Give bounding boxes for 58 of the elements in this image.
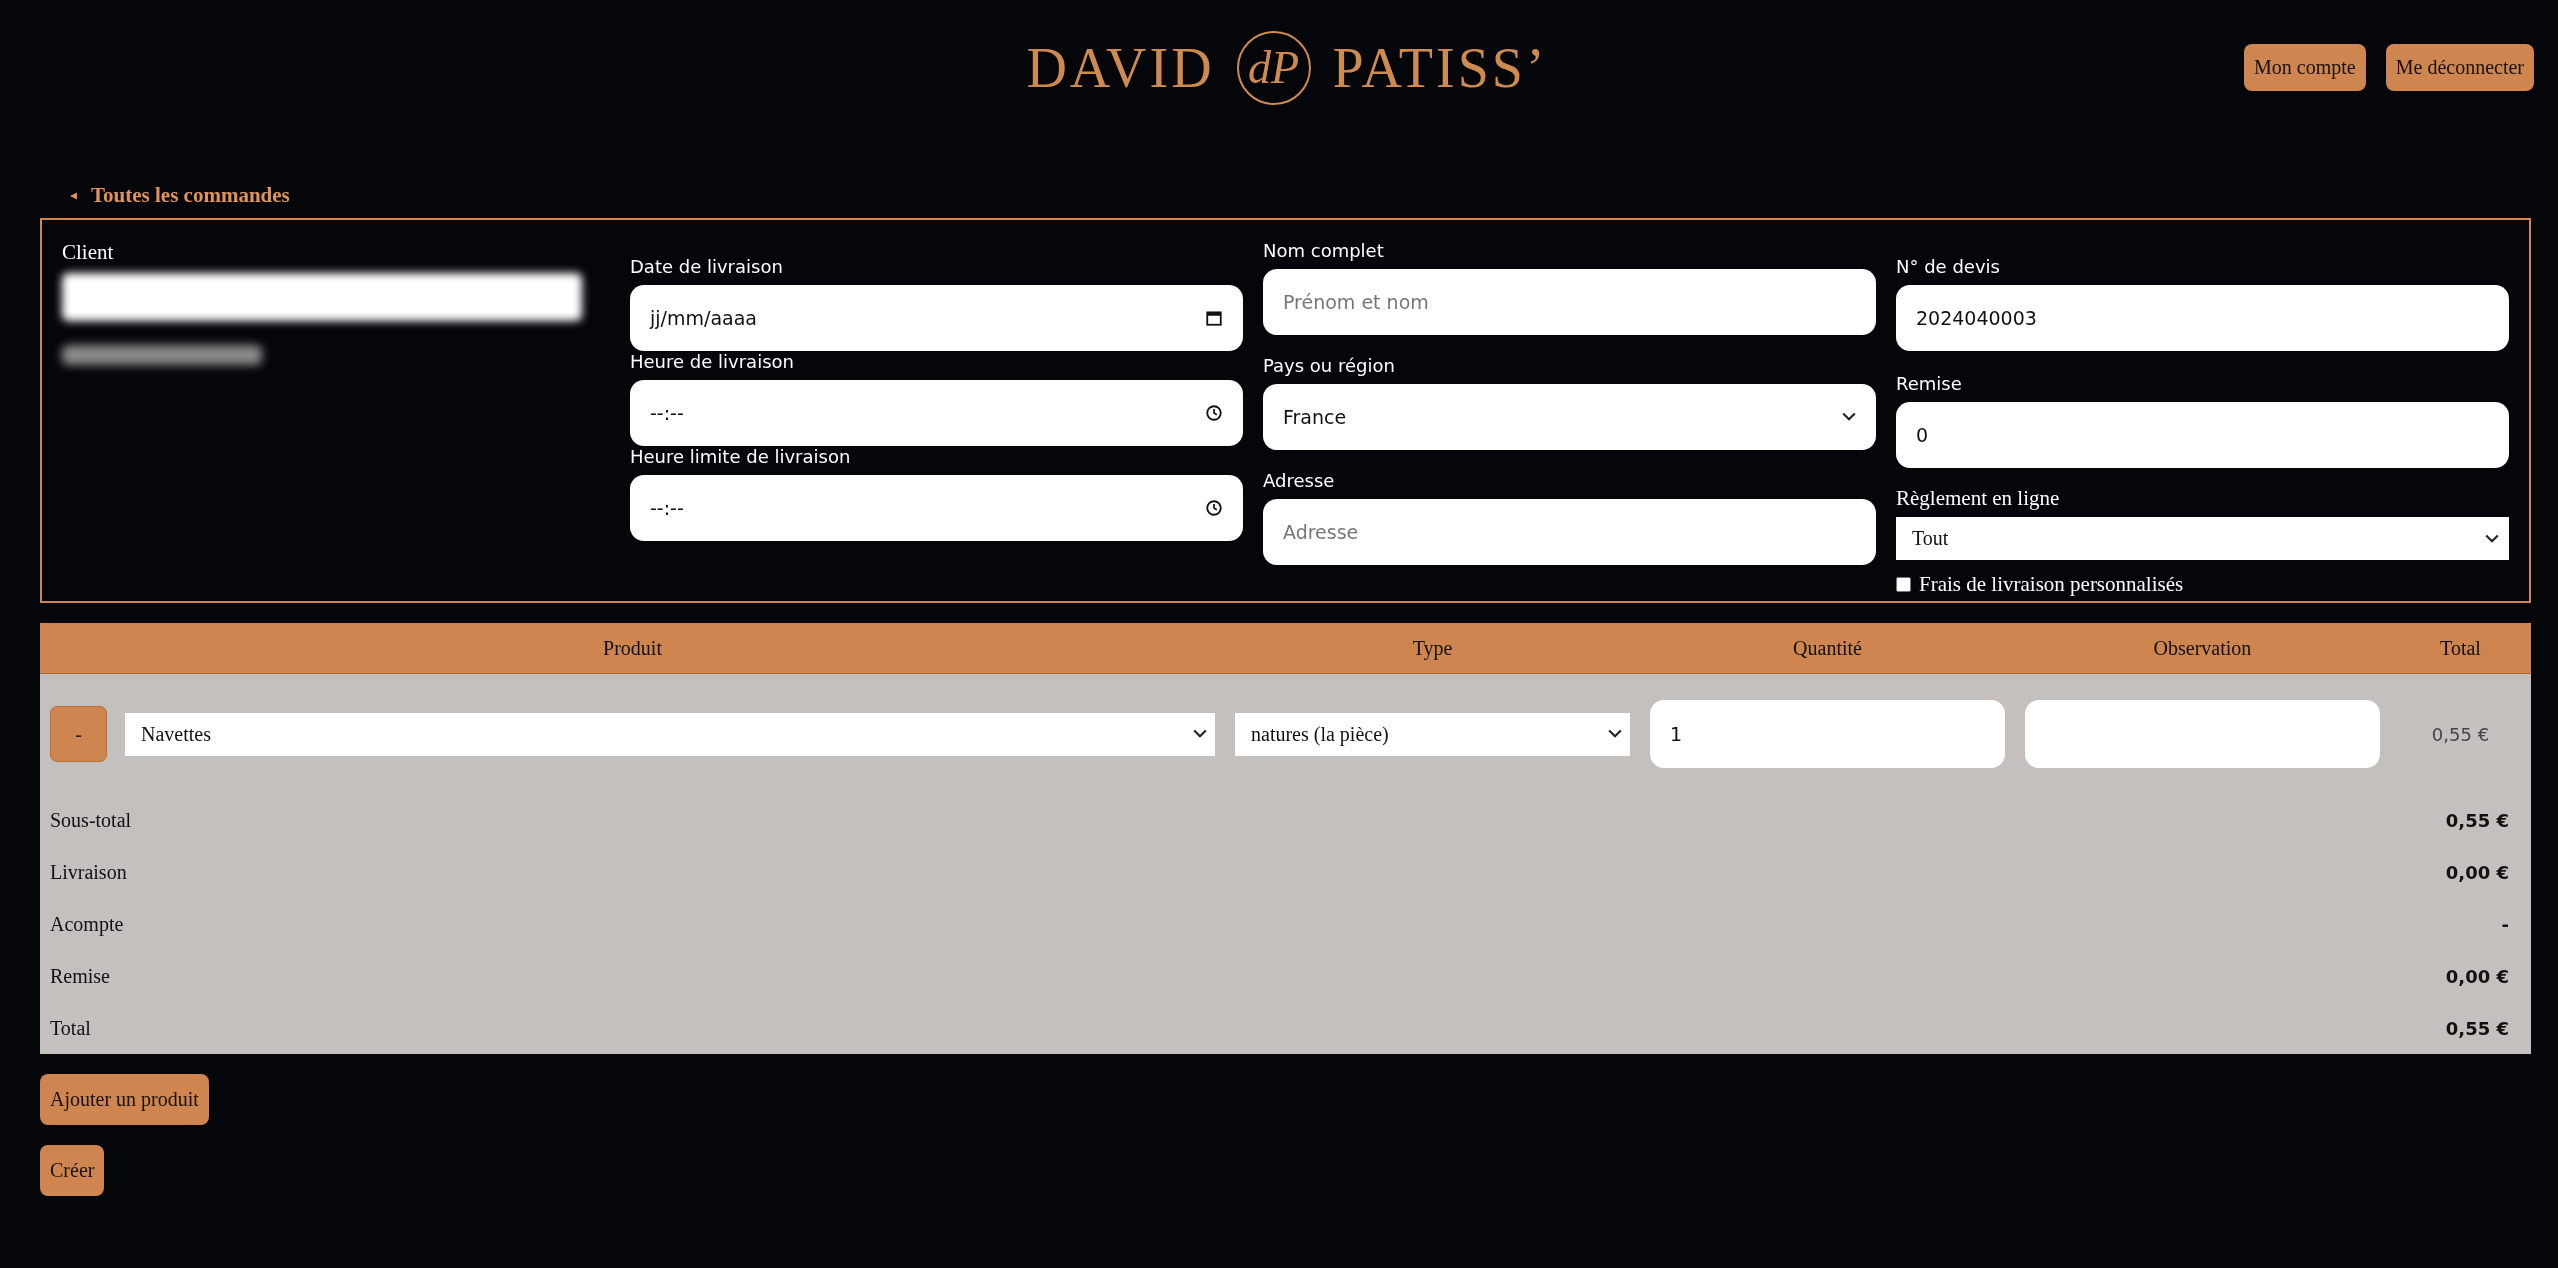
logo-monogram: dP — [1236, 30, 1311, 105]
column-header: Total — [2439, 636, 2482, 660]
field-label: Date de livraison — [630, 256, 784, 277]
checkbox-label: Frais de livraison personnalisés — [1919, 572, 2184, 597]
input-field[interactable]: Prénom et nom — [1263, 269, 1876, 335]
dropdown[interactable]: Tout — [1896, 517, 2509, 560]
input-field[interactable]: Adresse — [1263, 499, 1876, 565]
field-label: Heure limite de livraison — [630, 446, 852, 467]
line-total: 0,55 € — [2431, 723, 2490, 745]
summary-label: Acompte — [50, 912, 124, 936]
observation-field[interactable] — [2025, 700, 2380, 768]
field-label: Remise — [1896, 373, 1963, 394]
field-label: Client — [62, 240, 115, 265]
summary-value: - — [2501, 913, 2509, 935]
clock-icon[interactable] — [1205, 499, 1223, 517]
header-button[interactable]: Me déconnecter — [2385, 44, 2534, 91]
summary-value: 0,55 € — [2445, 1017, 2509, 1039]
logo-text: DAVID — [1026, 39, 1215, 96]
column-header: Quantité — [1792, 636, 1863, 660]
input-field[interactable]: 0 — [1896, 402, 2509, 468]
summary-label: Total — [50, 1016, 91, 1040]
summary-value: 0,00 € — [2445, 965, 2509, 987]
clock-icon[interactable] — [1205, 404, 1223, 422]
logo-text: PATISS’ — [1332, 39, 1548, 96]
column-header: Type — [1411, 636, 1454, 660]
header-button[interactable]: Mon compte — [2244, 44, 2366, 91]
caret-left-icon — [70, 191, 77, 200]
column-header: Observation — [2152, 636, 2253, 660]
calendar-icon[interactable] — [1205, 309, 1223, 327]
remove-button[interactable]: - — [50, 706, 107, 762]
summary-label: Livraison — [50, 860, 127, 884]
checkbox[interactable] — [1896, 577, 1911, 592]
field-label: N° de devis — [1896, 256, 2001, 277]
dropdown[interactable]: France — [1263, 384, 1876, 450]
action-button[interactable]: Ajouter un produit — [40, 1074, 209, 1125]
input-field[interactable]: --:-- — [630, 380, 1243, 446]
chevron-down-icon — [2485, 533, 2499, 544]
quantity-field[interactable]: 1 — [1650, 700, 2005, 768]
field-label: Pays ou région — [1263, 355, 1396, 376]
back-link[interactable]: Toutes les commandes — [91, 183, 290, 208]
summary-value: 0,55 € — [2445, 809, 2509, 831]
chevron-down-icon — [1608, 729, 1622, 739]
chevron-down-icon — [1193, 729, 1207, 739]
input-field[interactable]: --:-- — [630, 475, 1243, 541]
summary-label: Sous-total — [50, 808, 132, 832]
input-field[interactable]: 2024040003 — [1896, 285, 2509, 351]
summary-value: 0,00 € — [2445, 861, 2509, 883]
field-label: Heure de livraison — [630, 351, 795, 372]
field-label: Adresse — [1263, 470, 1336, 491]
action-button[interactable]: Créer — [40, 1145, 105, 1196]
column-header: Produit — [602, 636, 663, 660]
chevron-down-icon — [1842, 412, 1856, 422]
product-dropdown[interactable]: Navettes — [125, 712, 1215, 756]
summary-label: Remise — [50, 964, 110, 988]
type-dropdown[interactable]: natures (la pièce) — [1235, 712, 1630, 756]
input-field[interactable]: jj/mm/aaaa — [630, 285, 1243, 351]
field-label: Nom complet — [1263, 240, 1385, 261]
field-label: Règlement en ligne — [1896, 486, 2061, 511]
